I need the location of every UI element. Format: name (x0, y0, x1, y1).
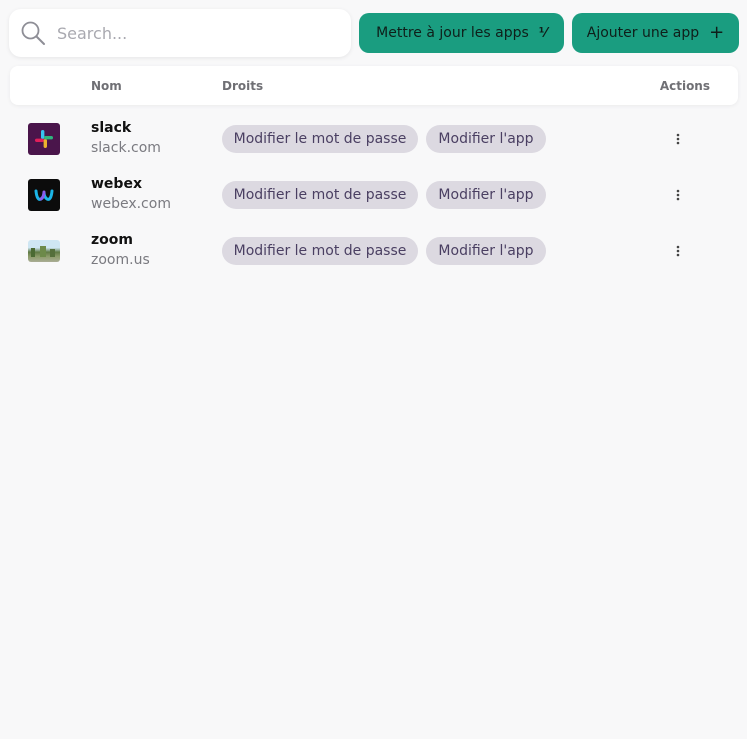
app-name: webex (91, 176, 142, 192)
slack-logo (28, 123, 60, 155)
column-header-rights: Droits (222, 79, 264, 93)
table-row: zoom zoom.us Modifier le mot de passe Mo… (0, 223, 747, 279)
table-row: webex webex.com Modifier le mot de passe… (0, 167, 747, 223)
table-row: slack slack.com Modifier le mot de passe… (0, 111, 747, 167)
right-chip-password: Modifier le mot de passe (222, 181, 418, 209)
update-apps-label: Mettre à jour les apps (376, 25, 529, 41)
app-name: zoom (91, 232, 133, 248)
column-header-name: Nom (91, 79, 122, 93)
webex-logo (28, 179, 60, 211)
right-chip-app: Modifier l'app (426, 237, 546, 265)
app-name: slack (91, 120, 132, 136)
more-options-icon[interactable] (668, 185, 688, 205)
add-app-button[interactable]: Ajouter une app + (572, 13, 739, 53)
more-options-icon[interactable] (668, 129, 688, 149)
search-box[interactable] (9, 9, 351, 57)
more-options-icon[interactable] (668, 241, 688, 261)
right-chip-app: Modifier l'app (426, 181, 546, 209)
add-app-label: Ajouter une app (586, 25, 700, 41)
plus-icon: + (709, 22, 725, 43)
right-chip-app: Modifier l'app (426, 125, 546, 153)
search-input[interactable] (57, 23, 317, 43)
table-header: Nom Droits Actions (10, 66, 738, 105)
search-icon (19, 19, 47, 47)
right-chip-password: Modifier le mot de passe (222, 237, 418, 265)
top-toolbar: Mettre à jour les apps ⅟ Ajouter une app… (9, 9, 739, 57)
zoom-logo-image (28, 240, 60, 262)
app-domain: zoom.us (91, 252, 150, 268)
app-domain: slack.com (91, 140, 161, 156)
update-apps-button[interactable]: Mettre à jour les apps ⅟ (359, 13, 564, 53)
app-domain: webex.com (91, 196, 171, 212)
fraction-icon: ⅟ (538, 25, 547, 41)
column-header-actions: Actions (659, 79, 710, 93)
right-chip-password: Modifier le mot de passe (222, 125, 418, 153)
